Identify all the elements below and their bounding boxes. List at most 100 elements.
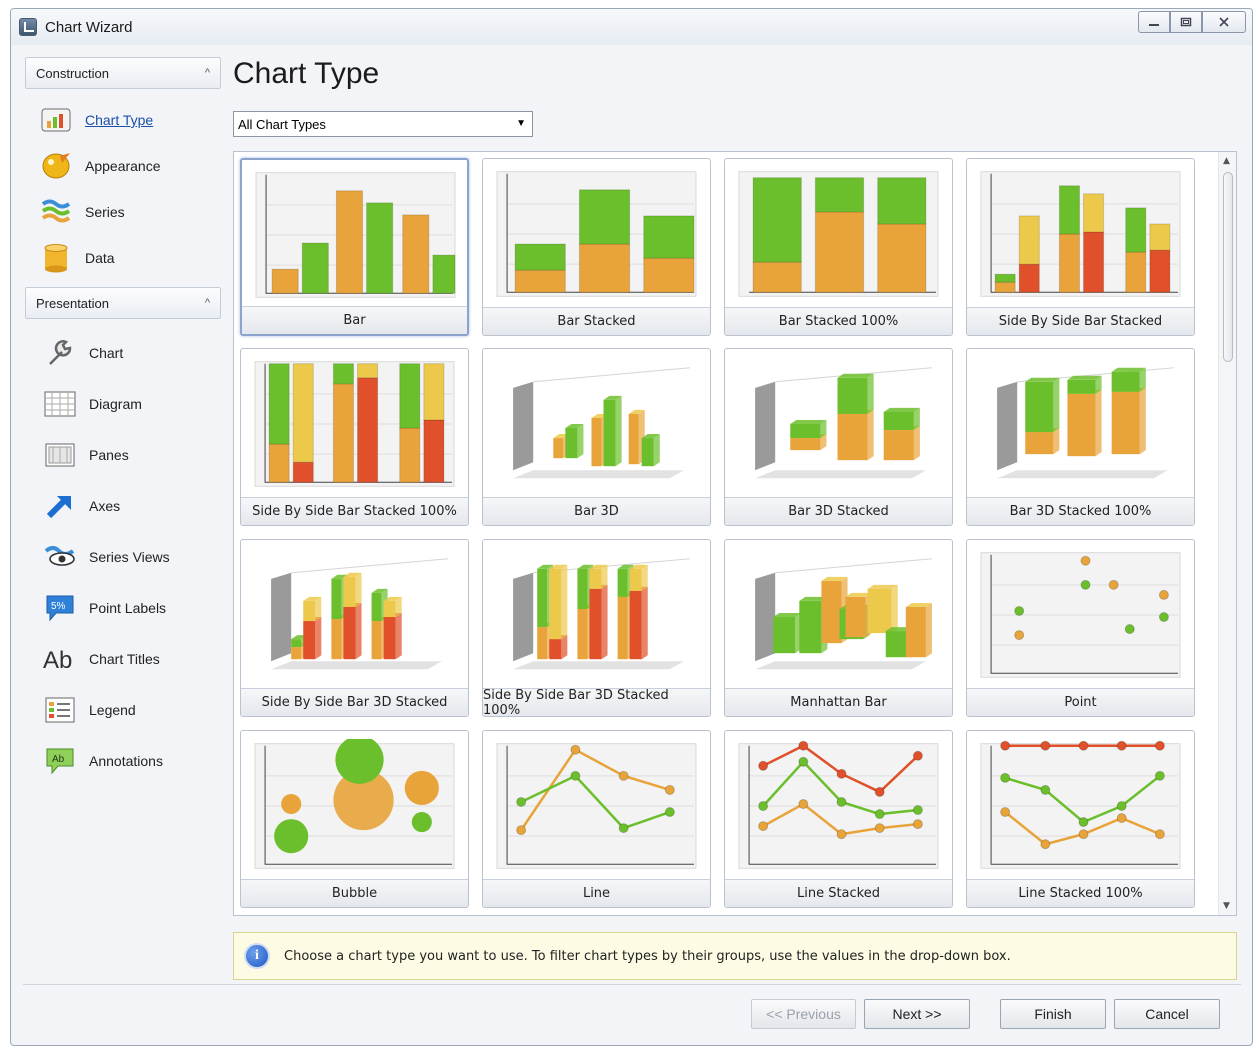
chart-type-label: Point: [967, 688, 1194, 716]
collapse-caret-icon: ^: [204, 297, 210, 309]
database-icon: [39, 242, 73, 274]
sidebar-item-label: Chart Titles: [89, 650, 160, 667]
main-panel: Chart Type All Chart Types ▼ Bar Bar Stac…: [233, 57, 1243, 980]
sidebar-item-label: Diagram: [89, 395, 142, 412]
sidebar-item-label: Chart: [89, 344, 124, 361]
sidebar-item-data[interactable]: Data: [39, 235, 221, 281]
chart-type-bar-3d-stacked-100[interactable]: Bar 3D Stacked 100%: [966, 348, 1195, 526]
hint-text: Choose a chart type you want to use. To …: [284, 948, 1011, 964]
presentation-group-header[interactable]: Presentation ^: [25, 287, 221, 319]
chart-type-label: Bubble: [241, 879, 468, 907]
chart-thumbnail: [496, 743, 697, 869]
chart-type-label: Manhattan Bar: [725, 688, 952, 716]
chart-thumbnail: [513, 558, 690, 670]
chart-type-bubble[interactable]: Bubble: [240, 730, 469, 908]
minimize-button[interactable]: [1138, 11, 1170, 33]
sidebar-item-label: Annotations: [89, 752, 163, 769]
next-button[interactable]: Next >>: [864, 999, 970, 1029]
sidebar-item-series-views[interactable]: Series Views: [43, 531, 221, 582]
sidebar-item-label: Panes: [89, 446, 129, 463]
sidebar-item-axes[interactable]: Axes: [43, 480, 221, 531]
sidebar-item-chart[interactable]: Chart: [43, 327, 221, 378]
sidebar-item-panes[interactable]: Panes: [43, 429, 221, 480]
chart-thumbnail: [496, 171, 697, 297]
app-icon: [19, 18, 37, 36]
chart-type-label: Line Stacked 100%: [967, 879, 1194, 907]
chart-thumbnail: [980, 552, 1181, 678]
chart-type-bar[interactable]: Bar: [240, 158, 469, 336]
sidebar-item-legend[interactable]: Legend: [43, 684, 221, 735]
svg-text:5%: 5%: [51, 601, 66, 612]
chart-type-filter-dropdown[interactable]: All Chart Types ▼: [233, 111, 533, 137]
sidebar: Construction ^ Chart Type Appearance Ser…: [25, 57, 221, 792]
scroll-down-icon[interactable]: ▼: [1223, 901, 1230, 911]
chart-type-line-stacked[interactable]: Line Stacked: [724, 730, 953, 908]
chart-thumbnail: [254, 739, 455, 869]
chart-type-label: Line Stacked: [725, 879, 952, 907]
sidebar-item-point-labels[interactable]: 5% Point Labels: [43, 582, 221, 633]
chart-type-label: Bar Stacked: [483, 307, 710, 335]
chart-type-bar-3d-stacked[interactable]: Bar 3D Stacked: [724, 348, 953, 526]
sidebar-item-label: Axes: [89, 497, 121, 514]
chart-thumbnail: [271, 558, 448, 670]
svg-text:Ab: Ab: [52, 754, 65, 765]
chart-type-gallery: Bar Bar Stacked Bar Stacked 100% Side By Si…: [233, 151, 1237, 916]
construction-group-header[interactable]: Construction ^: [25, 57, 221, 89]
panes-icon: [43, 439, 77, 471]
svg-text:Ab: Ab: [43, 647, 72, 674]
chart-type-label: Bar 3D Stacked 100%: [967, 497, 1194, 525]
sidebar-item-appearance[interactable]: Appearance: [39, 143, 221, 189]
minimize-icon: [1149, 24, 1159, 26]
chart-thumbnail: [997, 367, 1174, 479]
gallery-scrollbar[interactable]: ▲ ▼: [1218, 152, 1236, 915]
chart-wizard-window: Chart Wizard Construction ^ Chart Type A…: [10, 8, 1253, 1046]
point-labels-icon: 5%: [43, 592, 77, 624]
construction-header-label: Construction: [36, 65, 109, 81]
legend-icon: [43, 694, 77, 726]
series-icon: [39, 196, 73, 228]
sidebar-item-label: Data: [85, 250, 115, 266]
chart-thumbnail: [738, 171, 939, 297]
chart-thumbnail: [738, 740, 939, 869]
diagram-icon: [43, 388, 77, 420]
chart-type-sbs-3d-stacked-100[interactable]: Side By Side Bar 3D Stacked 100%: [482, 539, 711, 717]
chart-type-line-stacked-100[interactable]: Line Stacked 100%: [966, 730, 1195, 908]
sidebar-item-annotations[interactable]: Ab Annotations: [43, 735, 221, 786]
close-button[interactable]: [1202, 11, 1246, 33]
scrollbar-thumb[interactable]: [1223, 172, 1233, 362]
construction-list: Chart Type Appearance Series Data: [25, 89, 221, 287]
chart-type-label: Side By Side Bar 3D Stacked: [241, 688, 468, 716]
chart-type-sbs-3d-stacked[interactable]: Side By Side Bar 3D Stacked: [240, 539, 469, 717]
chart-type-point[interactable]: Point: [966, 539, 1195, 717]
chart-type-label: Side By Side Bar Stacked: [967, 307, 1194, 335]
chart-type-bar-stacked-100[interactable]: Bar Stacked 100%: [724, 158, 953, 336]
chart-type-bar-3d[interactable]: Bar 3D: [482, 348, 711, 526]
sidebar-item-series[interactable]: Series: [39, 189, 221, 235]
bar-chart-icon: [39, 104, 73, 136]
chart-type-side-by-side-stacked[interactable]: Side By Side Bar Stacked: [966, 158, 1195, 336]
restore-button[interactable]: [1170, 11, 1202, 33]
chart-type-label: Bar 3D Stacked: [725, 497, 952, 525]
chart-type-side-by-side-stacked-100[interactable]: Side By Side Bar Stacked 100%: [240, 348, 469, 526]
sidebar-item-diagram[interactable]: Diagram: [43, 378, 221, 429]
window-title: Chart Wizard: [45, 18, 133, 36]
sidebar-item-chart-type[interactable]: Chart Type: [39, 97, 221, 143]
finish-button[interactable]: Finish: [1000, 999, 1106, 1029]
chart-type-bar-stacked[interactable]: Bar Stacked: [482, 158, 711, 336]
chart-type-label: Side By Side Bar Stacked 100%: [241, 497, 468, 525]
scroll-up-icon[interactable]: ▲: [1223, 156, 1230, 166]
sidebar-item-chart-titles[interactable]: Ab Chart Titles: [43, 633, 221, 684]
chart-type-label: Line: [483, 879, 710, 907]
previous-button[interactable]: << Previous: [751, 999, 856, 1029]
chart-thumbnail: [980, 171, 1181, 297]
chart-type-label: Side By Side Bar 3D Stacked 100%: [483, 688, 710, 716]
cancel-button[interactable]: Cancel: [1114, 999, 1220, 1029]
chart-thumbnail: [755, 367, 932, 479]
chart-type-manhattan[interactable]: Manhattan Bar: [724, 539, 953, 717]
palette-icon: [39, 150, 73, 182]
chart-thumbnail: [980, 740, 1181, 869]
chart-titles-icon: Ab: [43, 643, 77, 675]
window-controls: [1138, 11, 1246, 33]
chart-type-line[interactable]: Line: [482, 730, 711, 908]
close-icon: [1219, 17, 1229, 27]
